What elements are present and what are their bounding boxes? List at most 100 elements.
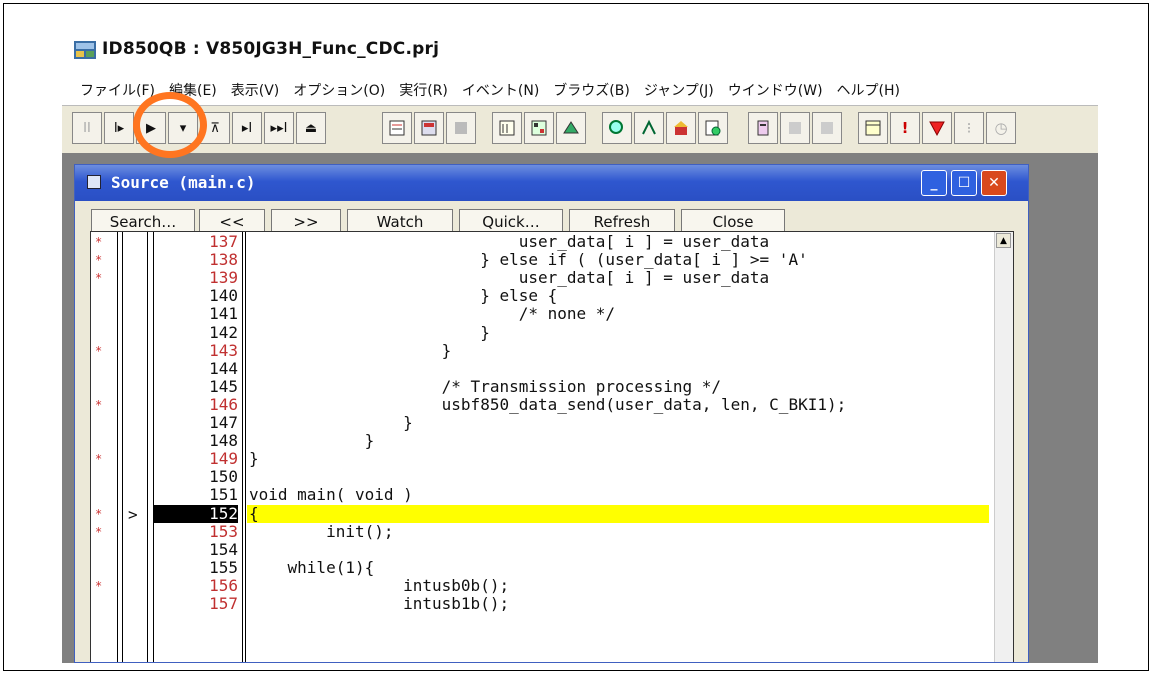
breakpoint-dot-icon[interactable]: * [95,271,102,285]
menu-item[interactable]: イベント(N) [462,80,539,100]
breakpoint-dot-icon[interactable]: * [95,507,102,521]
menu-item[interactable]: オプション(O) [293,80,385,100]
breakpoint-dot-icon[interactable]: * [95,253,102,267]
step-run-icon: ▸▸I [270,120,288,136]
step-over-button[interactable]: ⊼ [200,112,230,144]
code-text: } else if ( (user_data[ i ] >= 'A' [249,250,808,270]
event-disabled-button-2[interactable] [812,112,842,144]
code-text: { [249,503,259,523]
app-titlebar: ID850QB : V850JG3H_Func_CDC.prj [62,25,1098,75]
source-view-button[interactable] [382,112,412,144]
code-line: 142 } [91,322,1013,342]
reset-button[interactable]: ⏏ [296,112,326,144]
trace-icon [705,120,721,136]
menu-item[interactable]: 実行(R) [399,80,448,100]
event-icon [757,120,769,136]
close-icon: ✕ [988,175,1000,191]
stop-icon: II [83,120,91,136]
code-text: intusb0b(); [249,575,510,595]
code-text: } [249,322,490,342]
code-text: void main( void ) [249,485,413,505]
line-number: 141 [209,304,238,324]
local-var-button[interactable] [634,112,664,144]
code-text: } [249,340,452,360]
event-manager-button[interactable] [748,112,778,144]
code-line: 148 } [91,432,1013,450]
code-text: } [249,449,259,469]
code-text: } [249,431,375,451]
code-line: 155 while(1){ [91,557,1013,577]
menu-item[interactable]: ヘルプ(H) [837,80,900,100]
source-titlebar: Source (main.c) _ ☐ ✕ [75,165,1028,201]
calendar-icon [865,120,881,136]
watch-toolbar-group [602,112,730,146]
breakpoint-dot-icon[interactable]: * [95,344,102,358]
minimize-button[interactable]: _ [921,170,947,196]
restart-icon: I▸ [113,120,125,136]
source-window: Source (main.c) _ ☐ ✕ Search… << >> Watc… [74,164,1029,663]
disabled-button-a[interactable]: ⁝ [954,112,984,144]
source-code-view[interactable]: ▲ * 137 user_data[ i ] = user_data * 138 } … [90,231,1014,662]
calendar-button[interactable] [858,112,888,144]
disabled-button-b[interactable]: ◷ [986,112,1016,144]
line-number: 155 [209,557,238,577]
watch-button[interactable] [602,112,632,144]
stack-button[interactable] [666,112,696,144]
stop-button[interactable]: II [72,112,102,144]
menu-item[interactable]: ファイル(F) [80,80,155,100]
code-text: usbf850_data_send(user_data, len, C_BKI1… [249,394,847,414]
breakpoint-dot-icon[interactable]: * [95,579,102,593]
breakpoint-dot-icon[interactable]: * [95,452,102,466]
line-number: 140 [209,286,238,306]
clock-icon: ◷ [994,119,1008,137]
code-line: * 146 usbf850_data_send(user_data, len, C… [91,394,1013,414]
minimize-icon: _ [930,175,938,191]
register-icon [531,120,547,136]
faded-icon: ⁝ [966,119,972,137]
code-line: 144 [91,358,1013,378]
register-button[interactable] [524,112,554,144]
menu-item[interactable]: ブラウズ(B) [553,80,630,100]
line-number: 144 [209,358,238,378]
breakpoint-button[interactable] [922,112,952,144]
exclamation-button[interactable]: ! [890,112,920,144]
code-line: * 143 } [91,340,1013,360]
assemble-view-button[interactable] [414,112,444,144]
line-number: 153 [209,521,238,541]
menu-item[interactable]: ジャンプ(J) [644,80,714,100]
maximize-button[interactable]: ☐ [951,170,977,196]
code-line: * 149} [91,450,1013,468]
code-text: } [249,413,413,432]
step-in-button[interactable]: ▾ [168,112,198,144]
disabled-view-button[interactable] [446,112,476,144]
magnifier-icon [609,120,623,134]
code-line: 157 intusb1b(); [91,595,1013,613]
menu-item[interactable]: 編集(E) [169,80,217,100]
step-run-button[interactable]: ▸▸I [264,112,294,144]
code-text: init(); [249,521,394,541]
code-line: * 139 user_data[ i ] = user_data [91,269,1013,287]
io-register-button[interactable] [556,112,586,144]
memory-button[interactable] [492,112,522,144]
go-button[interactable]: ▶ [136,112,166,144]
menu-item[interactable]: 表示(V) [231,80,280,100]
breakpoint-dot-icon[interactable]: * [95,525,102,539]
source-icon [389,120,405,136]
breakpoint-dot-icon[interactable]: * [95,235,102,249]
restart-button[interactable]: I▸ [104,112,134,144]
trace-button[interactable] [698,112,728,144]
close-window-button[interactable]: ✕ [981,170,1007,196]
misc-toolbar-group: ! ⁝ ◷ [858,112,1018,146]
event-disabled-button-1[interactable] [780,112,810,144]
run-toolbar-group: II I▸ ▶ ▾ ⊼ ▸I ▸▸I ⏏ [72,112,328,146]
code-text: user_data[ i ] = user_data [249,232,770,251]
return-out-icon: ▸I [241,120,253,136]
toolbar: II I▸ ▶ ▾ ⊼ ▸I ▸▸I ⏏ ! ⁝ ◷ [62,105,1098,154]
breakpoint-dot-icon[interactable]: * [95,398,102,412]
return-out-button[interactable]: ▸I [232,112,262,144]
menu-item[interactable]: ウインドウ(W) [728,80,823,100]
source-title: Source (main.c) [111,173,256,192]
step-in-icon: ▾ [179,120,187,136]
code-line: 145 /* Transmission processing */ [91,377,1013,396]
code-line: * 156 intusb0b(); [91,575,1013,595]
